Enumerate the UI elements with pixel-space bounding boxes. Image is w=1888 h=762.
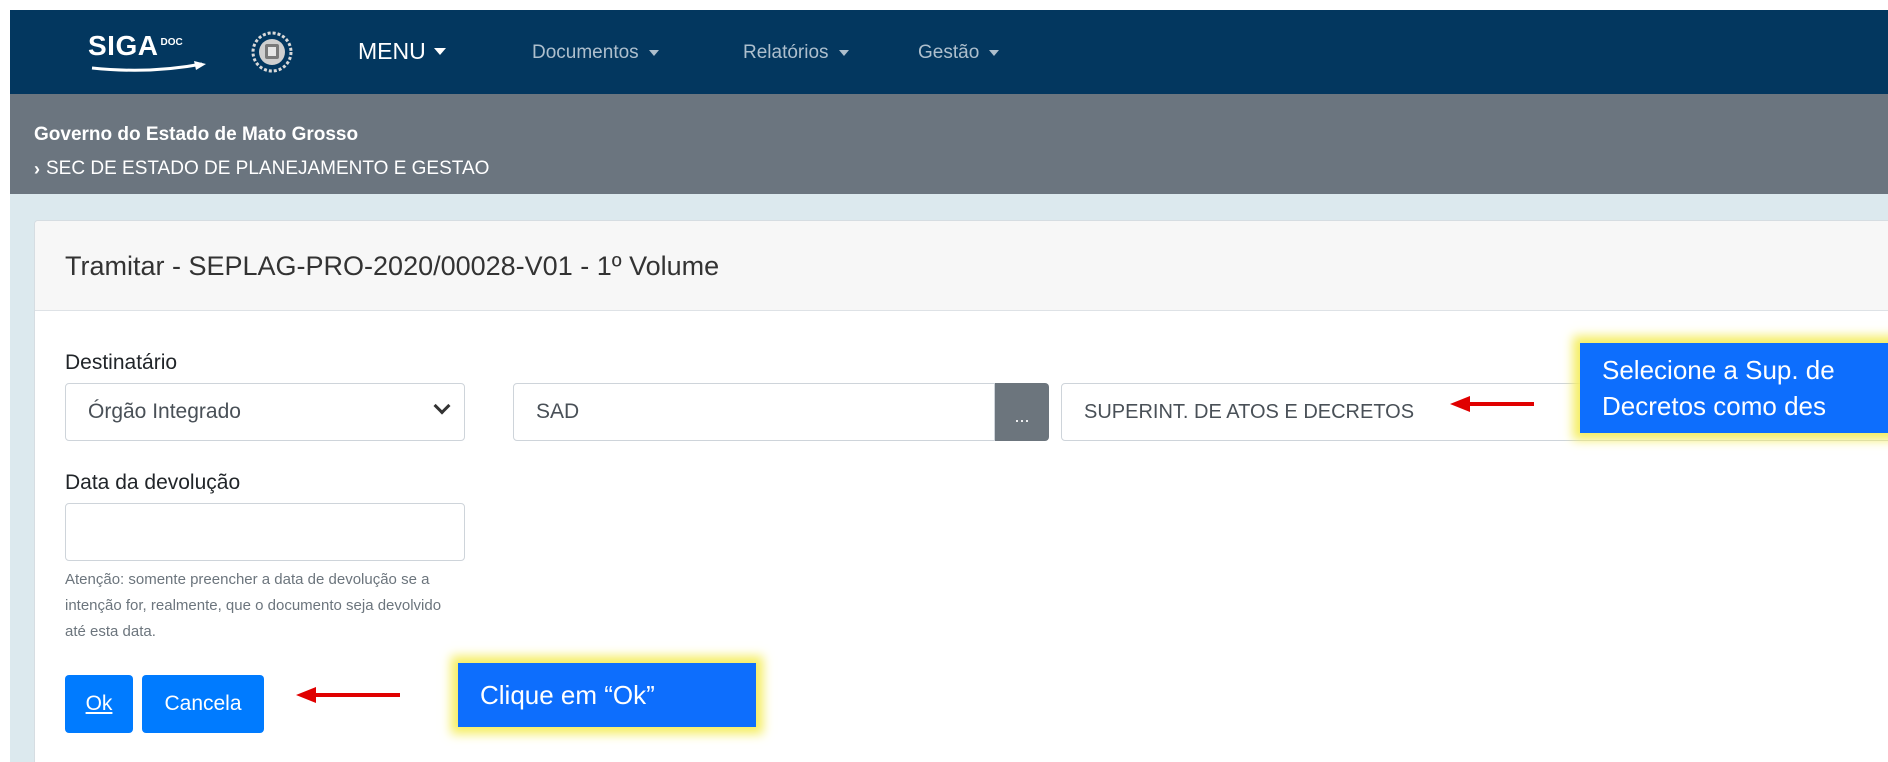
destinatario-type-value: Órgão Integrado <box>88 400 241 423</box>
arrow-left-icon <box>296 687 400 703</box>
caret-down-icon <box>433 48 446 55</box>
breadcrumb: Governo do Estado de Mato Grosso › SEC D… <box>10 94 1888 194</box>
orgao-name-value: SUPERINT. DE ATOS E DECRETOS <box>1084 400 1415 423</box>
menu-label: MENU <box>358 38 426 64</box>
destinatario-type-select[interactable]: Órgão Integrado <box>65 383 465 441</box>
nav-gestao[interactable]: Gestão <box>918 42 1000 64</box>
tramitar-card: Tramitar - SEPLAG-PRO-2020/00028-V01 - 1… <box>34 220 1888 762</box>
sigla-input[interactable]: SAD <box>513 383 995 441</box>
logo-sup-text: DOC <box>160 36 183 48</box>
arrow-left-icon <box>1450 396 1534 412</box>
app-frame: SIGA DOC MENU Documentos Relatórios Gestã… <box>10 10 1888 762</box>
ok-button[interactable]: Ok <box>65 675 133 733</box>
callout-line-2: Decretos como des <box>1602 391 1826 421</box>
state-seal-icon <box>251 31 293 73</box>
nav-relatorios-label: Relatórios <box>743 42 829 63</box>
callout-destination-hint: Selecione a Sup. de Decretos como des <box>1580 343 1888 433</box>
breadcrumb-title: Governo do Estado de Mato Grosso <box>34 124 359 145</box>
breadcrumb-unit[interactable]: › SEC DE ESTADO DE PLANEJAMENTO E GESTAO <box>34 158 489 180</box>
breadcrumb-unit-label: SEC DE ESTADO DE PLANEJAMENTO E GESTAO <box>46 158 490 179</box>
nav-documentos[interactable]: Documentos <box>532 42 659 64</box>
callout-ok-hint: Clique em “Ok” <box>458 663 756 727</box>
nav-gestao-label: Gestão <box>918 42 980 63</box>
sigla-value: SAD <box>536 400 580 423</box>
logo-swoosh-icon <box>91 61 206 72</box>
logo-text: SIGA <box>88 30 159 61</box>
card-header: Tramitar - SEPLAG-PRO-2020/00028-V01 - 1… <box>35 221 1888 311</box>
data-devolucao-label: Data da devolução <box>65 471 241 494</box>
ok-button-label: Ok <box>85 692 113 715</box>
page-title: Tramitar - SEPLAG-PRO-2020/00028-V01 - 1… <box>65 251 720 281</box>
help-text: Atenção: somente preencher a data de dev… <box>65 571 442 640</box>
destinatario-label: Destinatário <box>65 351 178 374</box>
callout-line-1: Selecione a Sup. de <box>1602 355 1835 385</box>
lookup-button[interactable]: ... <box>995 383 1049 441</box>
chevron-down-icon <box>433 397 451 415</box>
caret-down-icon <box>648 50 659 56</box>
nav-relatorios[interactable]: Relatórios <box>743 42 849 64</box>
cancel-button[interactable]: Cancela <box>142 675 264 733</box>
nav-documentos-label: Documentos <box>532 42 639 63</box>
main-menu-dropdown[interactable]: MENU <box>358 38 446 65</box>
top-navbar: SIGA DOC MENU Documentos Relatórios Gestã… <box>10 10 1888 94</box>
chevron-right-icon: › <box>34 158 40 179</box>
siga-doc-logo[interactable]: SIGA DOC <box>88 30 206 72</box>
caret-down-icon <box>989 50 1000 56</box>
data-devolucao-input[interactable] <box>65 503 465 561</box>
caret-down-icon <box>838 50 849 56</box>
